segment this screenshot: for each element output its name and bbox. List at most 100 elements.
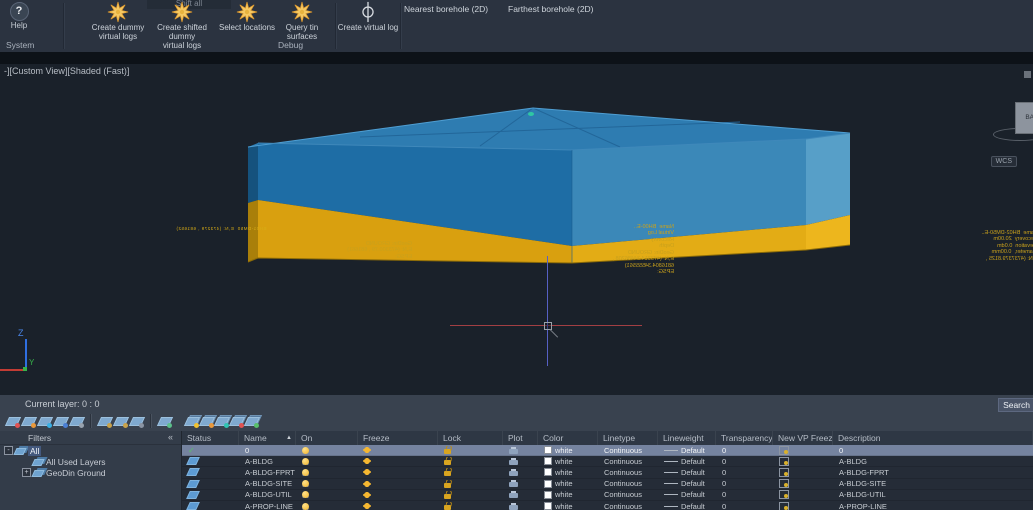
description-cell[interactable]: A-BLDG-FPRT — [833, 468, 1033, 477]
set-current-layer-icon[interactable] — [245, 414, 258, 427]
layer-row-A-BLDG-UTIL[interactable]: A-BLDG-UTILwhiteContinuousDefault0A-BLDG… — [182, 490, 1033, 501]
layer-color-cell[interactable]: white — [538, 502, 598, 510]
description-cell[interactable]: A-BLDG-SITE — [833, 479, 1033, 488]
layer-freeze-toggle-icon[interactable] — [364, 447, 370, 453]
layer-color-cell[interactable]: white — [538, 490, 598, 499]
layer-freeze-toggle-icon[interactable] — [364, 492, 370, 498]
filter-tree-item-geodin-ground[interactable]: +GeoDin Ground — [0, 467, 181, 478]
layer-color-cell[interactable]: white — [538, 457, 598, 466]
lineweight-cell[interactable]: Default — [658, 446, 716, 455]
layer-freeze-toggle-icon[interactable] — [364, 469, 370, 475]
column-header-lock[interactable]: Lock — [438, 431, 503, 445]
linetype-cell[interactable]: Continuous — [598, 457, 658, 466]
collapse-node-icon[interactable]: - — [4, 446, 13, 455]
layer-lock-toggle-icon[interactable] — [444, 483, 451, 488]
layer-plot-toggle-icon[interactable] — [509, 449, 518, 454]
search-layer-field[interactable]: Search — [998, 398, 1033, 412]
layer-row-A-PROP-LINE[interactable]: A-PROP-LINEwhiteContinuousDefault0A-PROP… — [182, 501, 1033, 510]
layer-color-cell[interactable]: white — [538, 446, 598, 455]
new-vp-freeze-toggle-icon[interactable] — [779, 479, 789, 488]
transparency-cell[interactable]: 0 — [716, 502, 773, 510]
viewcube-home-icon[interactable] — [1024, 71, 1031, 78]
layer-on-toggle-icon[interactable] — [302, 491, 309, 498]
model-left-sliver-blue[interactable] — [248, 143, 258, 203]
viewcube[interactable]: BAC — [1015, 102, 1033, 134]
new-vp-freeze-toggle-icon[interactable] — [779, 457, 789, 466]
linetype-cell[interactable]: Continuous — [598, 446, 658, 455]
new-vp-freeze-toggle-icon[interactable] — [779, 446, 789, 455]
layer-row-A-BLDG-SITE[interactable]: A-BLDG-SITEwhiteContinuousDefault0A-BLDG… — [182, 479, 1033, 490]
column-header-on[interactable]: On — [296, 431, 358, 445]
tin-solid-model[interactable] — [248, 108, 850, 263]
layer-off-icon[interactable] — [6, 414, 19, 427]
survey-point-marker[interactable] — [528, 112, 534, 116]
new-layer-vp-frozen-icon[interactable] — [200, 414, 213, 427]
debug-button-1[interactable]: Create dummy virtual logs — [86, 1, 150, 41]
layer-plot-toggle-icon[interactable] — [509, 460, 518, 465]
layer-freeze-toggle-icon[interactable] — [364, 503, 370, 509]
layer-on-toggle-icon[interactable] — [302, 458, 309, 465]
description-cell[interactable]: A-PROP-LINE — [833, 502, 1033, 510]
layer-on-toggle-icon[interactable] — [302, 469, 309, 476]
layer-settings-icon[interactable] — [158, 414, 171, 427]
layer-color-cell[interactable]: white — [538, 479, 598, 488]
lineweight-cell[interactable]: Default — [658, 457, 716, 466]
transparency-cell[interactable]: 0 — [716, 490, 773, 499]
column-header-freeze[interactable]: Freeze — [358, 431, 438, 445]
layer-row-0[interactable]: ✓0whiteContinuousDefault00 — [182, 445, 1033, 456]
new-vp-freeze-toggle-icon[interactable] — [779, 490, 789, 499]
column-header-color[interactable]: Color — [538, 431, 598, 445]
description-cell[interactable]: A-BLDG — [833, 457, 1033, 466]
borehole-button-2[interactable]: Farthest borehole (2D) — [508, 4, 594, 14]
column-header-linetype[interactable]: Linetype — [598, 431, 658, 445]
layer-color-cell[interactable]: white — [538, 468, 598, 477]
expand-node-icon[interactable]: + — [22, 468, 31, 477]
transparency-cell[interactable]: 0 — [716, 479, 773, 488]
layer-states-icon[interactable] — [70, 414, 83, 427]
new-layer-all-vp-icon[interactable] — [215, 414, 228, 427]
layer-lock-toggle-icon[interactable] — [444, 460, 451, 465]
new-vp-freeze-toggle-icon[interactable] — [779, 502, 789, 510]
layer-thaw-icon[interactable] — [22, 414, 35, 427]
new-vp-freeze-toggle-icon[interactable] — [779, 468, 789, 477]
layer-lock-icon[interactable] — [54, 414, 67, 427]
linetype-cell[interactable]: Continuous — [598, 468, 658, 477]
help-button[interactable]: ? Help — [4, 1, 34, 37]
column-header-transparency[interactable]: Transparency — [716, 431, 773, 445]
column-header-description[interactable]: Description — [833, 431, 1033, 445]
layer-walk-icon[interactable] — [98, 414, 111, 427]
layer-prev-icon[interactable] — [130, 414, 143, 427]
delete-layer-icon[interactable] — [230, 414, 243, 427]
new-layer-icon[interactable] — [185, 414, 198, 427]
layer-plot-toggle-icon[interactable] — [509, 493, 518, 498]
layer-on-toggle-icon[interactable] — [302, 503, 309, 510]
debug-button-2[interactable]: Create shifted dummy virtual logs — [150, 1, 214, 50]
layer-on-toggle-icon[interactable] — [302, 480, 309, 487]
debug-button-4[interactable]: Query tin surfaces — [270, 1, 334, 41]
model-right-face-blue[interactable] — [806, 133, 850, 225]
layer-plot-toggle-icon[interactable] — [509, 482, 518, 487]
layer-match-icon[interactable] — [114, 414, 127, 427]
layer-lock-toggle-icon[interactable] — [444, 471, 451, 476]
layer-plot-toggle-icon[interactable] — [509, 505, 518, 510]
layer-isolate-icon[interactable] — [38, 414, 51, 427]
linetype-cell[interactable]: Continuous — [598, 490, 658, 499]
collapse-filters-button[interactable]: « — [168, 432, 173, 442]
column-header-status[interactable]: Status — [182, 431, 239, 445]
lineweight-cell[interactable]: Default — [658, 468, 716, 477]
linetype-cell[interactable]: Continuous — [598, 502, 658, 510]
layer-lock-toggle-icon[interactable] — [444, 505, 451, 510]
layer-freeze-toggle-icon[interactable] — [364, 481, 370, 487]
column-header-lineweight[interactable]: Lineweight — [658, 431, 716, 445]
layer-freeze-toggle-icon[interactable] — [364, 458, 370, 464]
viewcube-wcs-menu[interactable]: WCS — [991, 156, 1017, 167]
transparency-cell[interactable]: 0 — [716, 446, 773, 455]
layer-row-A-BLDG-FPRT[interactable]: A-BLDG-FPRTwhiteContinuousDefault0A-BLDG… — [182, 467, 1033, 478]
description-cell[interactable]: A-BLDG-UTIL — [833, 490, 1033, 499]
column-header-plot[interactable]: Plot — [503, 431, 538, 445]
lineweight-cell[interactable]: Default — [658, 479, 716, 488]
description-cell[interactable]: 0 — [833, 446, 1033, 455]
drawing-viewport[interactable]: -][Custom View][Shaded (Fast)] — [0, 52, 1033, 395]
lineweight-cell[interactable]: Default — [658, 502, 716, 510]
layer-on-toggle-icon[interactable] — [302, 447, 309, 454]
